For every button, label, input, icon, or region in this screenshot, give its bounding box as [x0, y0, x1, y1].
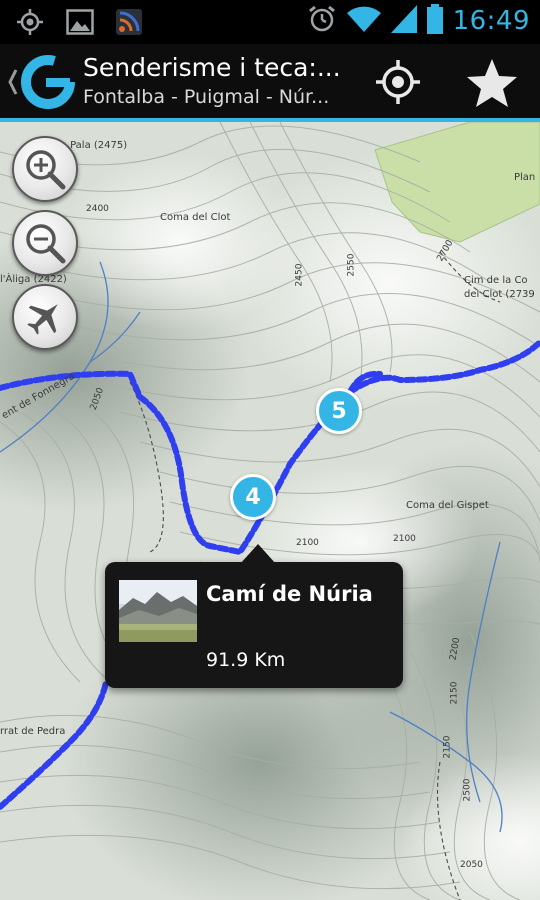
airplane-icon — [27, 304, 58, 335]
map-label: 2050 — [460, 860, 483, 870]
zoom-out-icon — [26, 224, 66, 264]
popup-distance: 91.9 Km — [206, 649, 286, 671]
zoom-in-icon — [26, 150, 66, 190]
rss-icon — [116, 9, 142, 39]
map-label: Coma del Clot — [160, 212, 231, 223]
waypoint-popup[interactable]: Camí de Núria 91.9 Km — [105, 544, 403, 688]
map-label: 2450 — [294, 263, 305, 287]
crosshair-icon — [376, 60, 420, 104]
map-label: del Clot (2739 — [464, 289, 535, 300]
app-subtitle: Fontalba - Puigmal - Núr... — [83, 86, 330, 108]
map-label: 2100 — [393, 534, 416, 544]
status-time: 16:49 — [452, 6, 530, 36]
map-label: 2550 — [346, 253, 357, 277]
alarm-icon — [307, 4, 337, 38]
map-label: 2400 — [86, 204, 109, 214]
map-label: 2500 — [462, 778, 473, 802]
map-label: Cim de la Co — [464, 275, 528, 286]
favorite-button[interactable] — [464, 56, 520, 110]
waypoint-photo — [119, 580, 197, 642]
map-view[interactable]: la Pala (2475) 2400 Coma del Clot l'Àlig… — [0, 122, 540, 900]
status-bar: 16:49 — [0, 0, 540, 44]
map-label: Coma del Gispet — [406, 500, 489, 511]
map-label: 2150 — [449, 681, 460, 705]
signal-icon — [390, 5, 417, 37]
map-label: 2100 — [296, 538, 319, 548]
zoom-in-button[interactable] — [12, 136, 78, 202]
app-title: Senderisme i teca:... — [83, 53, 341, 82]
wifi-icon — [346, 5, 381, 37]
waypoint-marker[interactable]: 5 — [316, 388, 362, 434]
image-icon — [66, 9, 94, 39]
map-label: rrat de Pedra — [0, 726, 66, 737]
chevron-left-icon — [8, 69, 18, 95]
battery-icon — [426, 4, 443, 38]
app-home-button[interactable] — [8, 54, 80, 110]
map-label: l'Àliga (2422) — [0, 274, 67, 285]
popup-title: Camí de Núria — [206, 582, 373, 606]
action-bar: Senderisme i teca:... Fontalba - Puigmal… — [0, 44, 540, 122]
locate-button[interactable] — [374, 58, 422, 106]
map-label: 2150 — [442, 735, 453, 759]
zoom-out-button[interactable] — [12, 210, 78, 276]
star-icon — [467, 59, 517, 107]
flight-mode-button[interactable] — [12, 284, 78, 350]
map-label: Plan — [514, 172, 536, 183]
gps-icon — [16, 8, 44, 40]
waypoint-marker[interactable]: 4 — [230, 474, 276, 520]
